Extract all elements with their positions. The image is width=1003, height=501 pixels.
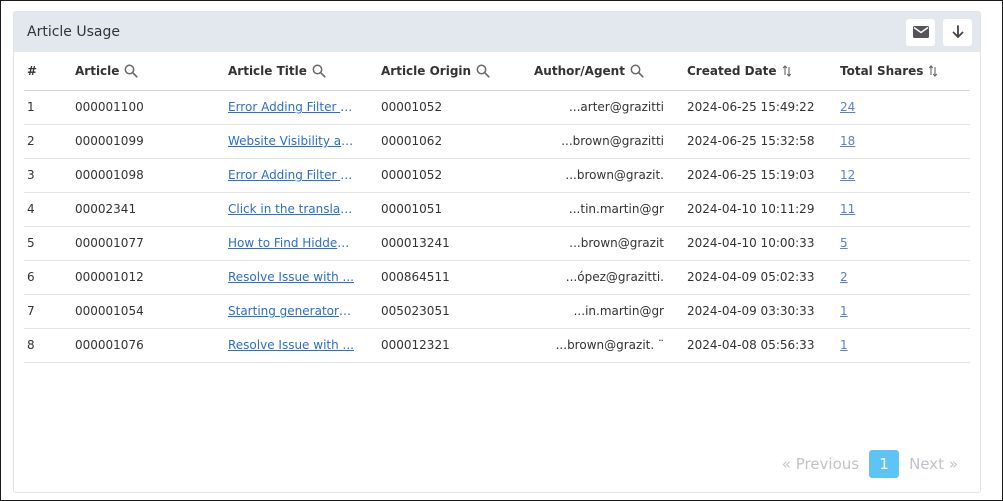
row-number: 8 [27, 338, 35, 352]
created-date: 2024-04-09 03:30:33 [687, 304, 815, 318]
created-date: 2024-04-08 05:56:33 [687, 338, 815, 352]
article-id: 00002341 [75, 202, 137, 216]
article-origin: 00001052 [381, 168, 443, 182]
column-header-article-origin: Article Origin [378, 52, 531, 91]
pagination: « Previous 1 Next » [782, 450, 958, 478]
total-shares-link[interactable]: 2 [840, 270, 848, 284]
total-shares-link[interactable]: 5 [840, 236, 848, 250]
window-frame: Article Usage # Article Article Title Ar… [0, 0, 1003, 501]
author-agent: in.martin@gr... [573, 304, 664, 319]
search-icon[interactable] [312, 64, 326, 78]
total-shares-link[interactable]: 11 [840, 202, 855, 216]
article-id: 000001054 [75, 304, 144, 318]
table-row: 5 000001077 How to Find Hidden... 000013… [24, 226, 970, 260]
table-row: 3 000001098 Error Adding Filter i... 000… [24, 158, 970, 192]
article-id: 000001076 [75, 338, 144, 352]
row-number: 6 [27, 270, 35, 284]
search-icon[interactable] [476, 64, 490, 78]
article-origin: 000864511 [381, 270, 450, 284]
header-actions [906, 18, 972, 46]
author-agent: tin.martin@gr... [568, 202, 664, 217]
sort-icon[interactable] [928, 64, 938, 77]
article-id: 000001098 [75, 168, 144, 182]
created-date: 2024-06-25 15:19:03 [687, 168, 815, 182]
article-id: 000001099 [75, 134, 144, 148]
download-button[interactable] [943, 18, 972, 46]
mail-icon [912, 26, 929, 38]
email-button[interactable] [906, 18, 935, 46]
total-shares-link[interactable]: 12 [840, 168, 855, 182]
article-title-link[interactable]: Resolve Issue with ... [228, 270, 354, 284]
created-date: 2024-04-10 10:00:33 [687, 236, 815, 250]
row-number: 2 [27, 134, 35, 148]
total-shares-link[interactable]: 1 [840, 338, 848, 352]
table-row: 7 000001054 Starting generator a... 0050… [24, 294, 970, 328]
article-origin: 000012321 [381, 338, 450, 352]
total-shares-link[interactable]: 18 [840, 134, 855, 148]
article-title-link[interactable]: Website Visibility an... [228, 134, 354, 148]
author-agent: .brown@grazit... [565, 168, 664, 183]
row-number: 3 [27, 168, 35, 182]
article-id: 000001100 [75, 100, 144, 114]
column-header-article-title: Article Title [225, 52, 378, 91]
article-title-link[interactable]: Error Adding Filter i... [228, 168, 354, 182]
article-origin: 000013241 [381, 236, 450, 250]
created-date: 2024-04-10 10:11:29 [687, 202, 815, 216]
row-number: 4 [27, 202, 35, 216]
download-icon [952, 25, 963, 38]
table-row: 8 000001076 Resolve Issue with ... 00001… [24, 328, 970, 362]
column-header-created-date[interactable]: Created Date [684, 52, 837, 91]
row-number: 1 [27, 100, 35, 114]
column-header-total-shares[interactable]: Total Shares [837, 52, 970, 91]
table-header-row: # Article Article Title Article Origin A… [24, 52, 970, 91]
row-number: 7 [27, 304, 35, 318]
article-title-link[interactable]: Starting generator a... [228, 304, 354, 318]
article-origin: 00001062 [381, 134, 443, 148]
column-header-author-agent: Author/Agent [531, 52, 684, 91]
card-header: Article Usage [14, 12, 980, 52]
article-title-link[interactable]: How to Find Hidden... [228, 236, 354, 250]
author-agent: brown@grazitti... [561, 134, 664, 149]
article-title-link[interactable]: Resolve Issue with ... [228, 338, 354, 352]
sort-icon[interactable] [782, 64, 792, 77]
previous-page-button[interactable]: « Previous [782, 455, 859, 473]
card-title: Article Usage [27, 24, 120, 40]
article-origin: 005023051 [381, 304, 450, 318]
table-row: 4 00002341 Click in the translati... 000… [24, 192, 970, 226]
article-origin: 00001052 [381, 100, 443, 114]
author-agent: .ópez@grazitti... [565, 270, 664, 285]
article-usage-card: Article Usage # Article Article Title Ar… [13, 11, 981, 493]
search-icon[interactable] [124, 64, 139, 78]
column-header-article: Article [72, 52, 225, 91]
author-agent: ¨ .brown@grazit... [555, 338, 664, 353]
table-row: 2 000001099 Website Visibility an... 000… [24, 124, 970, 158]
next-page-button[interactable]: Next » [909, 455, 958, 473]
total-shares-link[interactable]: 24 [840, 100, 855, 114]
total-shares-link[interactable]: 1 [840, 304, 848, 318]
created-date: 2024-04-09 05:02:33 [687, 270, 815, 284]
article-id: 000001077 [75, 236, 144, 250]
article-title-link[interactable]: Click in the translati... [228, 202, 354, 216]
author-agent: brown@grazit... [569, 236, 664, 251]
column-header-number: # [24, 52, 72, 91]
article-origin: 00001051 [381, 202, 443, 216]
search-icon[interactable] [630, 64, 644, 78]
author-agent: arter@grazitti... [568, 100, 664, 115]
created-date: 2024-06-25 15:49:22 [687, 100, 815, 114]
table-row: 1 000001100 Error Adding Filter i... 000… [24, 90, 970, 124]
article-title-link[interactable]: Error Adding Filter i... [228, 100, 354, 114]
created-date: 2024-06-25 15:32:58 [687, 134, 815, 148]
table-row: 6 000001012 Resolve Issue with ... 00086… [24, 260, 970, 294]
row-number: 5 [27, 236, 35, 250]
article-usage-table: # Article Article Title Article Origin A… [24, 52, 970, 363]
current-page-button[interactable]: 1 [869, 450, 900, 478]
article-id: 000001012 [75, 270, 144, 284]
